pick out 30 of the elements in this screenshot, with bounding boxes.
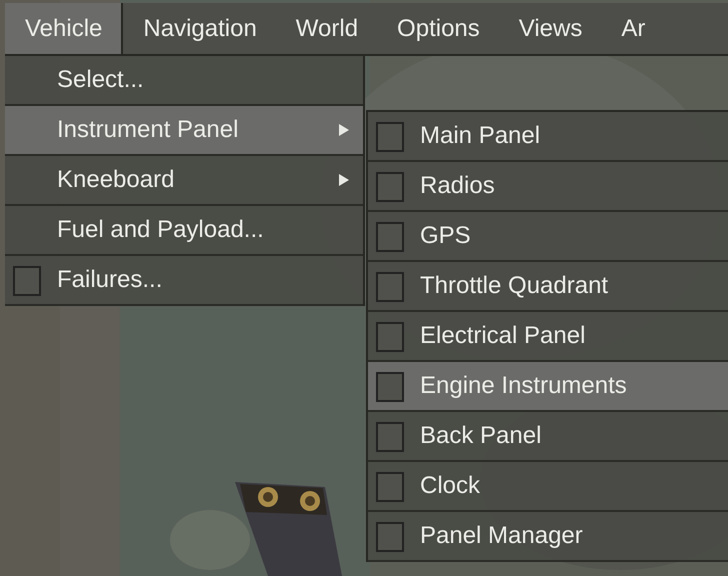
menu-item[interactable]: Clock <box>368 462 728 512</box>
checkbox[interactable] <box>13 266 41 296</box>
menu-item[interactable]: Main Panel <box>368 112 728 162</box>
menu-bar-item[interactable]: Navigation <box>123 3 276 54</box>
menu-bar-item[interactable]: Views <box>498 3 602 54</box>
menu-item[interactable]: Instrument Panel <box>5 106 363 156</box>
checkbox[interactable] <box>376 422 404 452</box>
checkbox[interactable] <box>376 122 404 152</box>
menu-item[interactable]: Panel Manager <box>368 512 728 562</box>
menu-bar-item[interactable]: Options <box>377 3 499 54</box>
menu-bar-item[interactable]: World <box>276 3 378 54</box>
submenu-arrow-icon <box>339 124 349 136</box>
submenu-arrow-icon <box>339 174 349 186</box>
menu-item[interactable]: Back Panel <box>368 412 728 462</box>
checkbox[interactable] <box>376 272 404 302</box>
menu-bar-item[interactable]: Ar <box>601 3 664 54</box>
checkbox[interactable] <box>376 172 404 202</box>
menu-item[interactable]: Fuel and Payload... <box>5 206 363 256</box>
menu-item[interactable]: Radios <box>368 162 728 212</box>
checkbox[interactable] <box>376 222 404 252</box>
menu-item[interactable]: Failures... <box>5 256 363 306</box>
checkbox[interactable] <box>376 522 404 552</box>
menu-bar-item[interactable]: Vehicle <box>5 3 124 54</box>
menu-item[interactable]: Throttle Quadrant <box>368 262 728 312</box>
menu-item[interactable]: Engine Instruments <box>368 362 728 412</box>
checkbox[interactable] <box>376 372 404 402</box>
menu-item[interactable]: GPS <box>368 212 728 262</box>
menu-item[interactable]: Kneeboard <box>5 156 363 206</box>
checkbox[interactable] <box>376 322 404 352</box>
checkbox[interactable] <box>376 472 404 502</box>
